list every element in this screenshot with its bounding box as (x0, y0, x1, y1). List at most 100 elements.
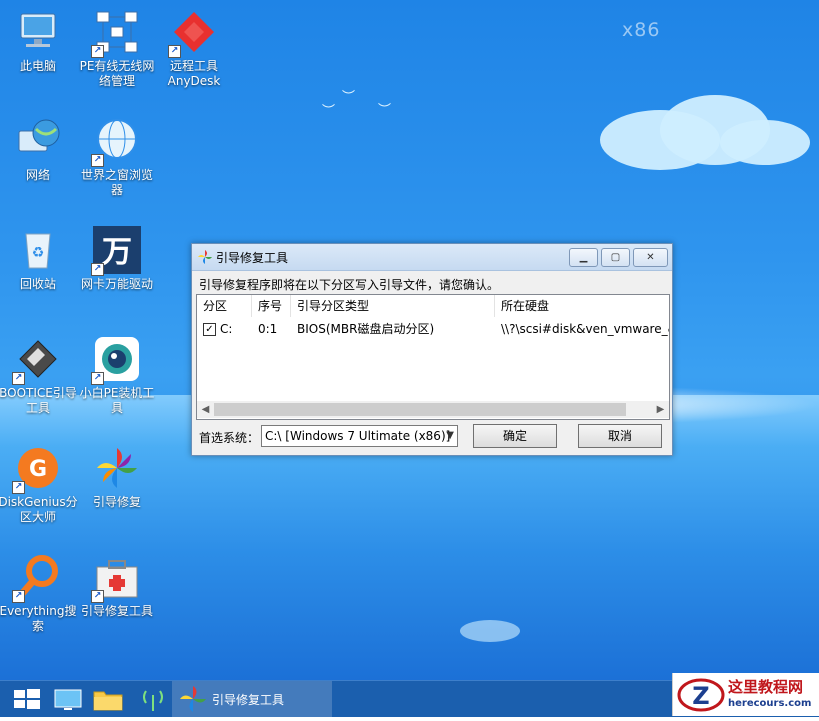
monitor-icon (54, 689, 82, 710)
scroll-left-icon[interactable]: ◀ (197, 401, 214, 418)
cell-disk: \\?\scsi#disk&ven_vmware_& (501, 322, 669, 336)
desktop-icon-this-pc[interactable]: 此电脑 (0, 8, 78, 74)
pinwheel-icon (198, 250, 212, 264)
cloud (460, 620, 520, 642)
column-header-partition[interactable]: 分区 (197, 295, 252, 317)
site-logo-icon: Z (677, 678, 725, 712)
shortcut-arrow-icon: ↗ (91, 372, 104, 385)
desktop-icon-pe-network[interactable]: ↗ PE有线无线网络管理 (77, 8, 157, 89)
desktop-icon-nic-driver[interactable]: 万 ↗ 网卡万能驱动 (77, 226, 157, 292)
folder-icon (93, 691, 123, 711)
icon-label: 网络 (25, 168, 50, 182)
desktop: x86 ︶ ︶ ︶ 此电脑 网络 ♻ 回收站 ↗ BOOTICE引导工具 G ↗… (0, 0, 819, 680)
icon-label: 小白PE装机工具 (79, 386, 155, 415)
horizontal-scrollbar[interactable]: ◀ ▶ (197, 401, 669, 418)
scroll-right-icon[interactable]: ▶ (652, 401, 669, 418)
bird-shape: ︶ (322, 104, 336, 119)
cell-type: BIOS(MBR磁盘启动分区) (297, 322, 435, 336)
browser-globe-icon: ↗ (91, 117, 141, 167)
shortcut-arrow-icon: ↗ (12, 372, 25, 385)
shortcut-arrow-icon: ↗ (91, 263, 104, 276)
close-button[interactable]: ✕ (633, 248, 668, 267)
taskbar-item-boot-repair[interactable]: 引导修复工具 (172, 681, 332, 717)
svg-text:♻: ♻ (32, 245, 45, 261)
taskbar-network-button[interactable] (136, 681, 170, 717)
scrollbar-thumb[interactable] (214, 403, 626, 416)
dialog-title: 引导修复工具 (216, 251, 289, 265)
diskgenius-icon: G ↗ (12, 444, 62, 494)
partition-list[interactable]: 分区 序号 引导分区类型 所在硬盘 ✓ C: 0:1 BIOS(MBR磁盘启动分… (196, 294, 670, 420)
anydesk-icon: ↗ (168, 8, 218, 58)
desktop-icon-anydesk[interactable]: ↗ 远程工具AnyDesk (154, 8, 234, 89)
wireless-antenna-icon (143, 690, 163, 711)
icon-label: 远程工具AnyDesk (167, 59, 221, 88)
site-title: 这里教程网 (728, 678, 804, 696)
column-header-disk[interactable]: 所在硬盘 (495, 295, 669, 317)
desktop-icon-recycle-bin[interactable]: ♻ 回收站 (0, 226, 78, 292)
desktop-icon-diskgenius[interactable]: G ↗ DiskGenius分区大师 (0, 444, 78, 525)
preferred-system-label: 首选系统： (199, 431, 260, 445)
icon-label: PE有线无线网络管理 (79, 59, 155, 88)
shortcut-arrow-icon: ↗ (168, 45, 181, 58)
cell-index: 0:1 (258, 322, 278, 336)
network-topology-icon: ↗ (91, 8, 141, 58)
network-globe-icon (14, 117, 62, 165)
cloud (720, 120, 810, 165)
shortcut-arrow-icon: ↗ (91, 590, 104, 603)
chevron-down-icon: ▼ (446, 430, 454, 441)
desktop-watermark: x86 (622, 19, 661, 41)
cell-partition: C: (220, 322, 233, 336)
shortcut-arrow-icon: ↗ (12, 590, 25, 603)
icon-label: 此电脑 (19, 59, 56, 73)
icon-label: DiskGenius分区大师 (0, 495, 78, 524)
partition-checkbox[interactable]: ✓ (203, 323, 216, 336)
shortcut-arrow-icon: ↗ (91, 45, 104, 58)
preferred-system-value: C:\ [Windows 7 Ultimate (x86)] (265, 429, 451, 443)
icon-label: 回收站 (19, 277, 56, 291)
icon-label: 世界之窗浏览器 (80, 168, 153, 197)
desktop-icon-everything[interactable]: ↗ Everything搜索 (0, 553, 78, 634)
taskbar-item-label: 引导修复工具 (212, 693, 285, 707)
desktop-icon-network[interactable]: 网络 (0, 117, 78, 183)
recycle-bin-icon: ♻ (14, 226, 62, 274)
shortcut-arrow-icon: ↗ (91, 154, 104, 167)
pinwheel-icon (180, 686, 206, 712)
pinwheel-icon (93, 444, 141, 492)
column-header-type[interactable]: 引导分区类型 (291, 295, 495, 317)
windows-logo-icon (14, 689, 40, 709)
boot-repair-dialog: 引导修复工具 ▁ ▢ ✕ 引导修复程序即将在以下分区写入引导文件，请您确认。 分… (191, 243, 673, 456)
dialog-titlebar[interactable]: 引导修复工具 ▁ ▢ ✕ (192, 244, 672, 271)
start-button[interactable] (8, 681, 44, 717)
minimize-button[interactable]: ▁ (569, 248, 598, 267)
taskbar-desktop-button[interactable] (50, 681, 86, 717)
maximize-button[interactable]: ▢ (601, 248, 630, 267)
icon-label: 引导修复工具 (80, 604, 153, 618)
icon-label: BOOTICE引导工具 (0, 386, 77, 415)
ok-button[interactable]: 确定 (473, 424, 557, 448)
column-header-index[interactable]: 序号 (252, 295, 291, 317)
toolbox-icon: ↗ (91, 553, 141, 603)
magnifier-icon: ↗ (12, 553, 62, 603)
floppy-disk-icon: ↗ (12, 335, 62, 385)
desktop-icon-xiaobai-pe[interactable]: ↗ 小白PE装机工具 (77, 335, 157, 416)
icon-label: 网卡万能驱动 (80, 277, 153, 291)
desktop-icon-boot-repair-tool[interactable]: ↗ 引导修复工具 (77, 553, 157, 619)
bird-shape: ︶ (342, 90, 356, 105)
site-watermark: Z 这里教程网 herecours.com (672, 673, 819, 716)
cancel-button[interactable]: 取消 (578, 424, 662, 448)
bird-shape: ︶ (378, 103, 392, 118)
desktop-icon-browser[interactable]: ↗ 世界之窗浏览器 (77, 117, 157, 198)
confirm-message: 引导修复程序即将在以下分区写入引导文件，请您确认。 (199, 278, 500, 292)
site-logo-letter: Z (692, 682, 709, 710)
driver-glyph: 万 (102, 235, 132, 270)
preferred-system-select[interactable]: C:\ [Windows 7 Ultimate (x86)] ▼ (261, 425, 458, 447)
svg-text:G: G (29, 457, 47, 482)
shortcut-arrow-icon: ↗ (12, 481, 25, 494)
icon-label: 引导修复 (92, 495, 141, 509)
desktop-icon-bootice[interactable]: ↗ BOOTICE引导工具 (0, 335, 78, 416)
site-url: herecours.com (728, 698, 812, 709)
computer-icon (14, 8, 62, 56)
taskbar-explorer-button[interactable] (90, 681, 126, 717)
desktop-icon-boot-repair[interactable]: 引导修复 (77, 444, 157, 510)
xiaobai-icon: ↗ (91, 335, 141, 385)
